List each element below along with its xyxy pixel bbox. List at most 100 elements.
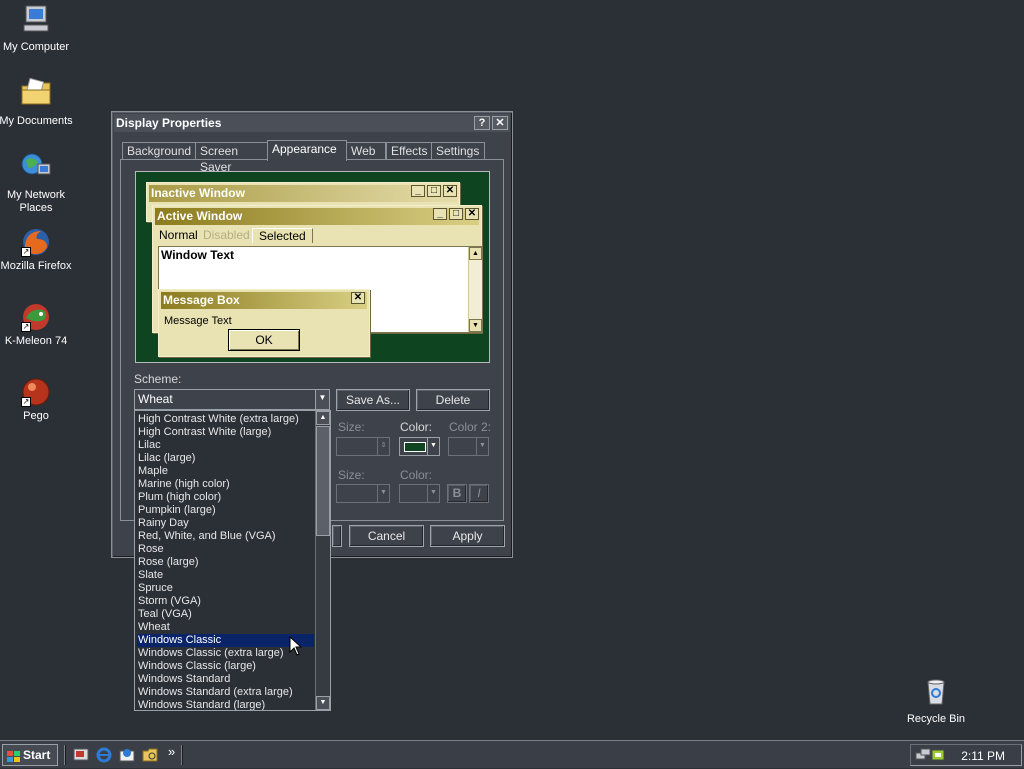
preview-message-titlebar: Message Box — [161, 292, 367, 309]
close-icon: ✕ — [465, 208, 479, 220]
scheme-list-item[interactable]: Wheat — [137, 621, 314, 634]
preview-ok-button: OK — [228, 329, 300, 351]
scheme-list-item[interactable]: Pumpkin (large) — [137, 504, 314, 517]
apply-button[interactable]: Apply — [430, 525, 505, 547]
cancel-button[interactable]: Cancel — [349, 525, 424, 547]
scrollbar-thumb[interactable] — [316, 426, 330, 536]
scheme-list-item[interactable]: Storm (VGA) — [137, 595, 314, 608]
scheme-list-item[interactable]: Lilac — [137, 439, 314, 452]
scheme-list-item[interactable]: Spruce — [137, 582, 314, 595]
taskbar: Start » 2:11 PM — [0, 740, 1024, 768]
maximize-icon: □ — [427, 185, 441, 197]
quicklaunch-chevron[interactable]: » — [168, 744, 175, 759]
scheme-list-item[interactable]: Windows Standard (extra large) — [137, 686, 314, 699]
scheme-select-value: Wheat — [138, 392, 173, 406]
scheme-list-item[interactable]: Rose — [137, 543, 314, 556]
scheme-list-item[interactable]: Marine (high color) — [137, 478, 314, 491]
delete-button[interactable]: Delete — [416, 389, 490, 411]
tab-screen-saver[interactable]: Screen Saver — [195, 142, 275, 174]
scroll-down-icon[interactable]: ▼ — [316, 696, 330, 710]
desktop-icon-mozilla-firefox[interactable]: ↗ Mozilla Firefox — [0, 227, 74, 273]
scheme-list-item[interactable]: High Contrast White (large) — [137, 426, 314, 439]
desktop-icon-label: Pego — [23, 410, 49, 422]
font-color-button: ▼ — [399, 484, 440, 503]
desktop-icon-my-network-places[interactable]: My Network Places — [0, 152, 74, 215]
scheme-list-item[interactable]: Red, White, and Blue (VGA) — [137, 530, 314, 543]
window-title: Display Properties — [116, 116, 222, 130]
chevron-down-icon[interactable]: ▼ — [315, 390, 329, 409]
dropdown-scrollbar[interactable]: ▲ ▼ — [315, 411, 330, 710]
save-as-button[interactable]: Save As... — [336, 389, 410, 411]
taskbar-divider — [64, 745, 66, 765]
bold-button: B — [447, 484, 467, 503]
scheme-list-item[interactable]: Slate — [137, 569, 314, 582]
item-size-spinner: ⇕ — [336, 437, 390, 456]
scheme-list-item[interactable]: Windows Standard (large) — [137, 699, 314, 710]
close-icon: ✕ — [443, 185, 457, 197]
scheme-list-item[interactable]: Teal (VGA) — [137, 608, 314, 621]
preview-menu-selected: Selected — [252, 228, 313, 243]
preview-inactive-title: Inactive Window — [151, 186, 245, 200]
desktop-icon-pego[interactable]: ↗ Pego — [0, 377, 74, 423]
scheme-label: Scheme: — [134, 372, 182, 386]
tab-appearance[interactable]: Appearance — [267, 140, 347, 161]
computer-icon — [0, 4, 74, 38]
tab-settings[interactable]: Settings — [431, 142, 485, 160]
tab-web[interactable]: Web — [346, 142, 386, 160]
desktop-icon-label: Mozilla Firefox — [0, 260, 72, 272]
scroll-up-icon[interactable]: ▲ — [316, 411, 330, 425]
scheme-dropdown-list[interactable]: High Contrast White (extra large) High Co… — [134, 410, 331, 711]
window-titlebar[interactable]: Display Properties ? ✕ — [114, 114, 510, 132]
item-color-button[interactable]: ▼ — [399, 437, 440, 456]
help-button[interactable]: ? — [474, 116, 490, 130]
desktop-icon-recycle-bin[interactable]: Recycle Bin — [898, 676, 974, 726]
quicklaunch-show-desktop-icon[interactable] — [73, 747, 89, 763]
desktop-icon-my-documents[interactable]: My Documents — [0, 77, 74, 128]
item-color2-label: Color 2: — [449, 420, 492, 434]
item-color2-button: ▼ — [448, 437, 489, 456]
firefox-icon: ↗ — [21, 227, 51, 257]
volume-tray-icon[interactable] — [931, 747, 945, 766]
color-swatch — [404, 442, 426, 452]
desktop-icon-my-computer[interactable]: My Computer — [0, 4, 74, 54]
scheme-list-item[interactable]: Lilac (large) — [137, 452, 314, 465]
scheme-list-item[interactable]: Windows Classic (extra large) — [137, 647, 314, 660]
scheme-list-item[interactable]: Windows Classic (large) — [137, 660, 314, 673]
chevron-down-icon: ▼ — [427, 438, 439, 455]
preview-active-titlebar: Active Window — [155, 208, 479, 225]
scheme-list-item[interactable]: Plum (high color) — [137, 491, 314, 504]
taskbar-divider — [181, 745, 183, 765]
scheme-list-item[interactable]: Windows Standard — [137, 673, 314, 686]
ok-button-partial[interactable] — [332, 525, 342, 547]
scheme-list-item[interactable]: Rose (large) — [137, 556, 314, 569]
scroll-up-icon: ▲ — [469, 247, 482, 260]
folder-icon — [0, 77, 74, 112]
tab-effects[interactable]: Effects — [386, 142, 432, 160]
scheme-list-item[interactable]: Rainy Day — [137, 517, 314, 530]
scheme-list-item[interactable]: High Contrast White (extra large) — [137, 413, 314, 426]
taskbar-clock[interactable]: 2:11 PM — [961, 749, 1005, 763]
start-label: Start — [23, 748, 51, 762]
italic-button: I — [469, 484, 489, 503]
system-tray: 2:11 PM — [910, 744, 1022, 766]
quicklaunch-outlook-express-icon[interactable] — [119, 747, 135, 763]
chevron-down-icon: ▼ — [377, 485, 389, 502]
scroll-down-icon: ▼ — [469, 319, 482, 332]
preview-menu-normal: Normal — [159, 228, 198, 242]
maximize-icon: □ — [449, 208, 463, 220]
item-color-label: Color: — [400, 420, 433, 434]
network-tray-icon[interactable] — [915, 747, 931, 766]
quicklaunch-internet-explorer-icon[interactable] — [96, 747, 112, 763]
desktop-icon-label: My Documents — [0, 115, 73, 127]
desktop-icon-k-meleon[interactable]: ↗ K-Meleon 74 — [0, 302, 74, 348]
scheme-list-item[interactable]: Maple — [137, 465, 314, 478]
item-size-label: Size: — [338, 420, 365, 434]
network-icon — [0, 152, 74, 186]
desktop-icon-label: K-Meleon 74 — [4, 335, 68, 347]
tab-background[interactable]: Background — [122, 142, 196, 160]
quicklaunch-explorer-icon[interactable] — [142, 747, 158, 763]
close-button[interactable]: ✕ — [492, 116, 508, 130]
scheme-list-item[interactable]: Windows Classic — [137, 634, 314, 647]
start-button[interactable]: Start — [2, 744, 58, 766]
scheme-select[interactable]: Wheat ▼ — [134, 389, 330, 410]
